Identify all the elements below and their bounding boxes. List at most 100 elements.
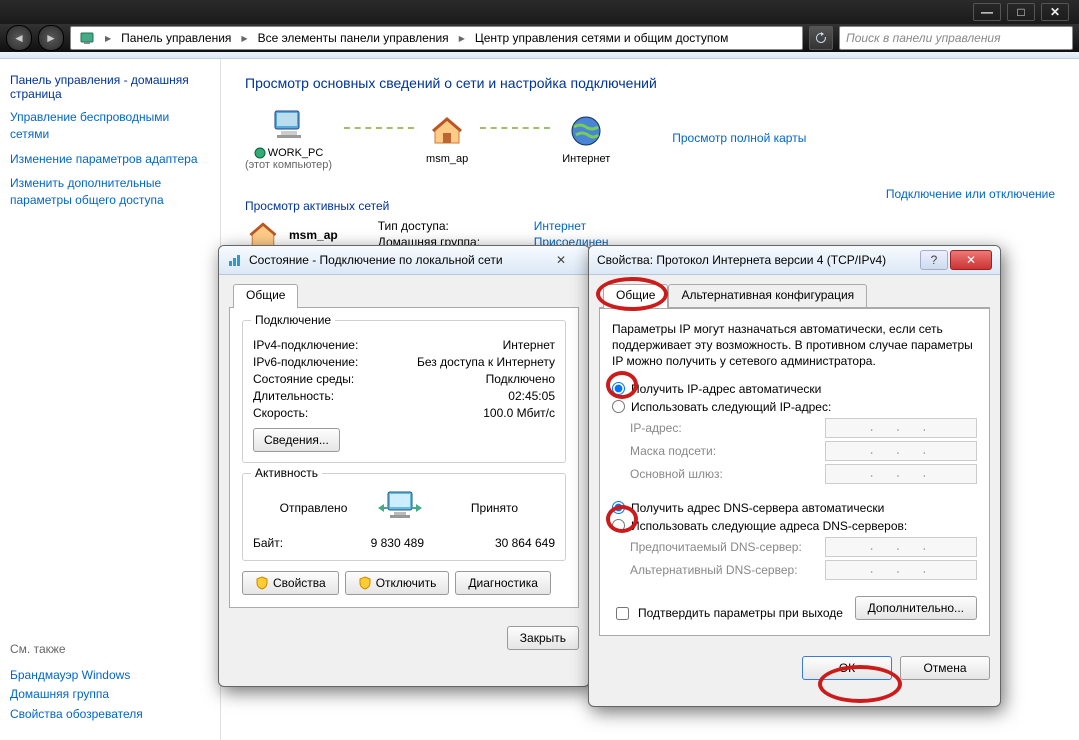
- full-map-link[interactable]: Просмотр полной карты: [672, 131, 806, 145]
- ipv4-help-button[interactable]: ?: [920, 250, 948, 270]
- shield-icon: [255, 576, 269, 590]
- ip-address-label: IP-адрес:: [630, 421, 825, 435]
- close-button[interactable]: ✕: [1041, 3, 1069, 21]
- active-networks-heading: Просмотр активных сетей: [245, 199, 389, 213]
- sidebar-footer-link[interactable]: Брандмауэр Windows: [10, 667, 210, 684]
- access-type-value: Интернет: [534, 219, 586, 233]
- radio-manual-ip[interactable]: [612, 400, 625, 413]
- sidebar: Панель управления - домашняя страница Уп…: [0, 59, 221, 740]
- breadcrumb[interactable]: ▶ Панель управления ▶ Все элементы панел…: [70, 26, 803, 50]
- media-label: Состояние среды:: [253, 372, 354, 386]
- radio-auto-dns[interactable]: [612, 501, 625, 514]
- ipv4-intro-text: Параметры IP могут назначаться автоматич…: [612, 321, 977, 370]
- ipv4-titlebar[interactable]: Свойства: Протокол Интернета версии 4 (T…: [589, 246, 1000, 275]
- dns2-field: . . .: [825, 560, 977, 580]
- ipv4-value: Интернет: [503, 338, 555, 352]
- page-title: Просмотр основных сведений о сети и наст…: [245, 75, 1055, 91]
- breadcrumb-seg[interactable]: Панель управления: [117, 31, 235, 45]
- group-activity: Активность: [251, 466, 322, 480]
- validate-label: Подтвердить параметры при выходе: [638, 606, 843, 620]
- radio-manual-ip-label: Использовать следующий IP-адрес:: [631, 400, 831, 414]
- minimize-button[interactable]: —: [973, 3, 1001, 21]
- status-titlebar[interactable]: Состояние - Подключение по локальной сет…: [219, 246, 589, 275]
- forward-button[interactable]: ►: [38, 25, 64, 51]
- network-icon: [427, 111, 467, 151]
- search-input[interactable]: Поиск в панели управления: [839, 26, 1073, 50]
- network-name: msm_ap: [289, 228, 338, 242]
- media-value: Подключено: [486, 372, 555, 386]
- tab-general-ip[interactable]: Общие: [603, 284, 668, 308]
- duration-value: 02:45:05: [508, 389, 555, 403]
- network-map: WORK_PC (этот компьютер) msm_ap Интернет…: [245, 105, 1055, 171]
- details-button[interactable]: Сведения...: [253, 428, 340, 452]
- maximize-button[interactable]: □: [1007, 3, 1035, 21]
- network-status-icon: [227, 252, 243, 268]
- status-dialog: Состояние - Подключение по локальной сет…: [218, 245, 590, 687]
- radio-auto-ip-label: Получить IP-адрес автоматически: [631, 382, 821, 396]
- ipv4-dialog: Свойства: Протокол Интернета версии 4 (T…: [588, 245, 1001, 707]
- status-title: Состояние - Подключение по локальной сет…: [249, 253, 503, 267]
- radio-auto-dns-label: Получить адрес DNS-сервера автоматически: [631, 501, 884, 515]
- menu-strip: [0, 52, 1079, 59]
- sidebar-link-adapter[interactable]: Изменение параметров адаптера: [10, 151, 210, 168]
- bytes-label: Байт:: [253, 536, 313, 550]
- tab-alt-config[interactable]: Альтернативная конфигурация: [668, 284, 867, 308]
- computer-icon: [269, 105, 309, 145]
- subnet-label: Маска подсети:: [630, 444, 825, 458]
- sidebar-home[interactable]: Панель управления - домашняя страница: [10, 73, 210, 101]
- radio-auto-ip[interactable]: [612, 382, 625, 395]
- gateway-label: Основной шлюз:: [630, 467, 825, 481]
- status-close-button[interactable]: ✕: [541, 251, 581, 269]
- dns1-field: . . .: [825, 537, 977, 557]
- speed-label: Скорость:: [253, 406, 308, 420]
- sidebar-link-wireless[interactable]: Управление беспроводными сетями: [10, 109, 210, 143]
- ipv4-title: Свойства: Протокол Интернета версии 4 (T…: [597, 253, 886, 267]
- breadcrumb-seg[interactable]: Все элементы панели управления: [254, 31, 453, 45]
- refresh-button[interactable]: [809, 26, 833, 50]
- bytes-recv: 30 864 649: [444, 536, 555, 550]
- window-chrome: — □ ✕: [0, 0, 1079, 24]
- internet-label: Интернет: [562, 153, 610, 165]
- sent-label: Отправлено: [253, 501, 374, 515]
- status-tabstrip: Общие: [229, 283, 579, 308]
- ipv6-label: IPv6-подключение:: [253, 355, 358, 369]
- sidebar-link-sharing[interactable]: Изменить дополнительные параметры общего…: [10, 175, 210, 209]
- dns1-label: Предпочитаемый DNS-сервер:: [630, 540, 825, 554]
- gateway-field: . . .: [825, 464, 977, 484]
- globe-icon: [254, 147, 266, 159]
- sidebar-footer-link[interactable]: Домашняя группа: [10, 686, 210, 703]
- speed-value: 100.0 Мбит/с: [483, 406, 555, 420]
- ip-address-field: . . .: [825, 418, 977, 438]
- validate-checkbox[interactable]: [616, 607, 629, 620]
- ipv4-label: IPv4-подключение:: [253, 338, 358, 352]
- ipv4-close-button[interactable]: ✕: [950, 250, 992, 270]
- ok-button[interactable]: ОК: [802, 656, 892, 680]
- sidebar-footer-link[interactable]: Свойства обозревателя: [10, 706, 210, 723]
- tab-general[interactable]: Общие: [233, 284, 298, 308]
- radio-manual-dns-label: Использовать следующие адреса DNS-сервер…: [631, 519, 907, 533]
- duration-label: Длительность:: [253, 389, 334, 403]
- activity-icon: [374, 488, 434, 528]
- group-connection: Подключение: [251, 313, 335, 327]
- pc-subtitle: (этот компьютер): [245, 159, 332, 171]
- cancel-button[interactable]: Отмена: [900, 656, 990, 680]
- ipv6-value: Без доступа к Интернету: [417, 355, 555, 369]
- subnet-field: . . .: [825, 441, 977, 461]
- access-type-label: Тип доступа:: [378, 219, 518, 233]
- diagnose-button[interactable]: Диагностика: [455, 571, 551, 595]
- breadcrumb-icon: [75, 30, 99, 46]
- internet-icon: [566, 111, 606, 151]
- close-dialog-button[interactable]: Закрыть: [507, 626, 579, 650]
- back-button[interactable]: ◄: [6, 25, 32, 51]
- connect-disconnect-link[interactable]: Подключение или отключение: [886, 187, 1055, 217]
- breadcrumb-seg[interactable]: Центр управления сетями и общим доступом: [471, 31, 733, 45]
- radio-manual-dns[interactable]: [612, 519, 625, 532]
- properties-button[interactable]: Свойства: [242, 571, 339, 595]
- ap-name: msm_ap: [426, 153, 468, 165]
- shield-icon: [358, 576, 372, 590]
- pc-name: WORK_PC: [268, 147, 324, 159]
- advanced-button[interactable]: Дополнительно...: [855, 596, 977, 620]
- see-also-heading: См. также: [10, 642, 210, 656]
- dns2-label: Альтернативный DNS-сервер:: [630, 563, 825, 577]
- disable-button[interactable]: Отключить: [345, 571, 450, 595]
